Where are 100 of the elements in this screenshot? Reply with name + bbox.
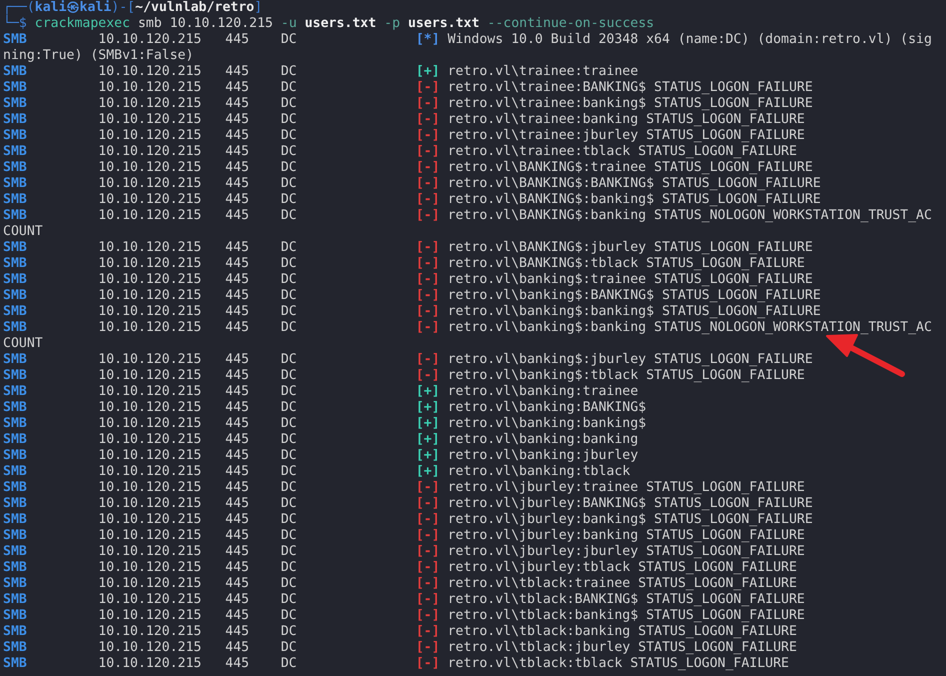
host-name: DC: [280, 480, 297, 495]
status-marker: [-]: [416, 240, 440, 256]
result-message: COUNT: [3, 224, 43, 240]
port-number: 445: [225, 544, 250, 559]
host-address: 10.10.120.215: [98, 112, 202, 127]
host-name: DC: [280, 128, 297, 143]
status-marker: [+]: [416, 384, 440, 400]
port-number: 445: [225, 32, 250, 47]
protocol-label: SMB: [3, 272, 27, 287]
status-marker: [+]: [416, 464, 440, 480]
host-address: 10.10.120.215: [98, 592, 202, 607]
status-marker: [-]: [416, 176, 440, 192]
status-marker: [-]: [416, 640, 440, 656]
result-message: retro.vl\jburley:banking STATUS_LOGON_FAILURE: [448, 528, 805, 544]
status-marker: [-]: [416, 128, 440, 144]
host-address: 10.10.120.215: [98, 320, 202, 335]
prompt-frame: ┌──(: [3, 0, 35, 16]
status-marker: [+]: [416, 400, 440, 416]
command-file: users.txt: [304, 16, 376, 32]
result-message: retro.vl\tblack:banking STATUS_LOGON_FAILURE: [448, 624, 797, 640]
host-address: 10.10.120.215: [98, 400, 202, 415]
host-address: 10.10.120.215: [98, 528, 202, 543]
result-message: retro.vl\banking:jburley: [448, 448, 638, 464]
result-message: retro.vl\tblack:banking$ STATUS_LOGON_FAILURE: [448, 608, 805, 624]
result-message: retro.vl\trainee:banking STATUS_LOGON_FAILURE: [448, 112, 805, 128]
result-message: retro.vl\banking:banking: [448, 432, 638, 448]
port-number: 445: [225, 416, 250, 431]
result-message: retro.vl\banking$:BANKING$ STATUS_LOGON_FAILURE: [448, 288, 821, 304]
host-name: DC: [280, 112, 297, 127]
port-number: 445: [225, 592, 250, 607]
host-name: DC: [280, 176, 297, 191]
protocol-label: SMB: [3, 528, 27, 543]
result-message: retro.vl\banking$:tblack STATUS_LOGON_FAILURE: [448, 368, 805, 384]
command-option: -u: [280, 16, 297, 32]
host-name: DC: [280, 144, 297, 159]
host-address: 10.10.120.215: [98, 480, 202, 495]
port-number: 445: [225, 320, 250, 335]
protocol-label: SMB: [3, 480, 27, 495]
status-marker: [-]: [416, 608, 440, 624]
host-address: 10.10.120.215: [98, 496, 202, 511]
result-message: retro.vl\trainee:tblack STATUS_LOGON_FAILURE: [448, 144, 797, 160]
host-address: 10.10.120.215: [98, 352, 202, 367]
port-number: 445: [225, 368, 250, 383]
port-number: 445: [225, 448, 250, 463]
port-number: 445: [225, 96, 250, 111]
protocol-label: SMB: [3, 576, 27, 591]
protocol-label: SMB: [3, 128, 27, 143]
status-marker: [-]: [416, 160, 440, 176]
port-number: 445: [225, 208, 250, 223]
host-name: DC: [280, 288, 297, 303]
port-number: 445: [225, 288, 250, 303]
result-message: retro.vl\banking$:banking$ STATUS_LOGON_FAILURE: [448, 304, 821, 320]
host-address: 10.10.120.215: [98, 656, 202, 671]
host-name: DC: [280, 608, 297, 623]
protocol-label: SMB: [3, 624, 27, 639]
protocol-label: SMB: [3, 64, 27, 79]
host-name: DC: [280, 624, 297, 639]
port-number: 445: [225, 304, 250, 319]
port-number: 445: [225, 352, 250, 367]
port-number: 445: [225, 496, 250, 511]
host-address: 10.10.120.215: [98, 368, 202, 383]
result-message: retro.vl\BANKING$:jburley STATUS_LOGON_FAILURE: [448, 240, 813, 256]
status-marker: [-]: [416, 656, 440, 672]
status-marker: [-]: [416, 112, 440, 128]
protocol-label: SMB: [3, 448, 27, 463]
result-message: retro.vl\BANKING$:BANKING$ STATUS_LOGON_FAILURE: [448, 176, 821, 192]
protocol-label: SMB: [3, 144, 27, 159]
result-message: retro.vl\banking:banking$: [448, 416, 646, 432]
result-message: retro.vl\jburley:BANKING$ STATUS_LOGON_FAILURE: [448, 496, 813, 512]
protocol-label: SMB: [3, 96, 27, 111]
protocol-label: SMB: [3, 208, 27, 223]
protocol-label: SMB: [3, 368, 27, 383]
protocol-label: SMB: [3, 592, 27, 607]
status-marker: [-]: [416, 480, 440, 496]
result-message: retro.vl\BANKING$:banking$ STATUS_LOGON_FAILURE: [448, 192, 821, 208]
host-name: DC: [280, 560, 297, 575]
result-message: retro.vl\BANKING$:banking STATUS_NOLOGON_WORKSTATION_TRUST_AC: [448, 208, 932, 224]
result-message: retro.vl\banking:BANKING$: [448, 400, 646, 416]
port-number: 445: [225, 432, 250, 447]
result-message: retro.vl\tblack:BANKING$ STATUS_LOGON_FAILURE: [448, 592, 805, 608]
status-marker: [-]: [416, 320, 440, 336]
status-marker: [-]: [416, 272, 440, 288]
result-message: retro.vl\trainee:trainee: [448, 64, 638, 80]
port-number: 445: [225, 464, 250, 479]
status-marker: [+]: [416, 432, 440, 448]
protocol-label: SMB: [3, 176, 27, 191]
status-marker: [+]: [416, 64, 440, 80]
protocol-label: SMB: [3, 432, 27, 447]
port-number: 445: [225, 576, 250, 591]
protocol-label: SMB: [3, 560, 27, 575]
host-name: DC: [280, 304, 297, 319]
host-address: 10.10.120.215: [98, 32, 202, 47]
protocol-label: SMB: [3, 240, 27, 255]
host-address: 10.10.120.215: [98, 256, 202, 271]
prompt-frame: └─$: [3, 16, 27, 32]
host-name: DC: [280, 240, 297, 255]
host-address: 10.10.120.215: [98, 544, 202, 559]
protocol-label: SMB: [3, 288, 27, 303]
host-address: 10.10.120.215: [98, 240, 202, 255]
port-number: 445: [225, 528, 250, 543]
